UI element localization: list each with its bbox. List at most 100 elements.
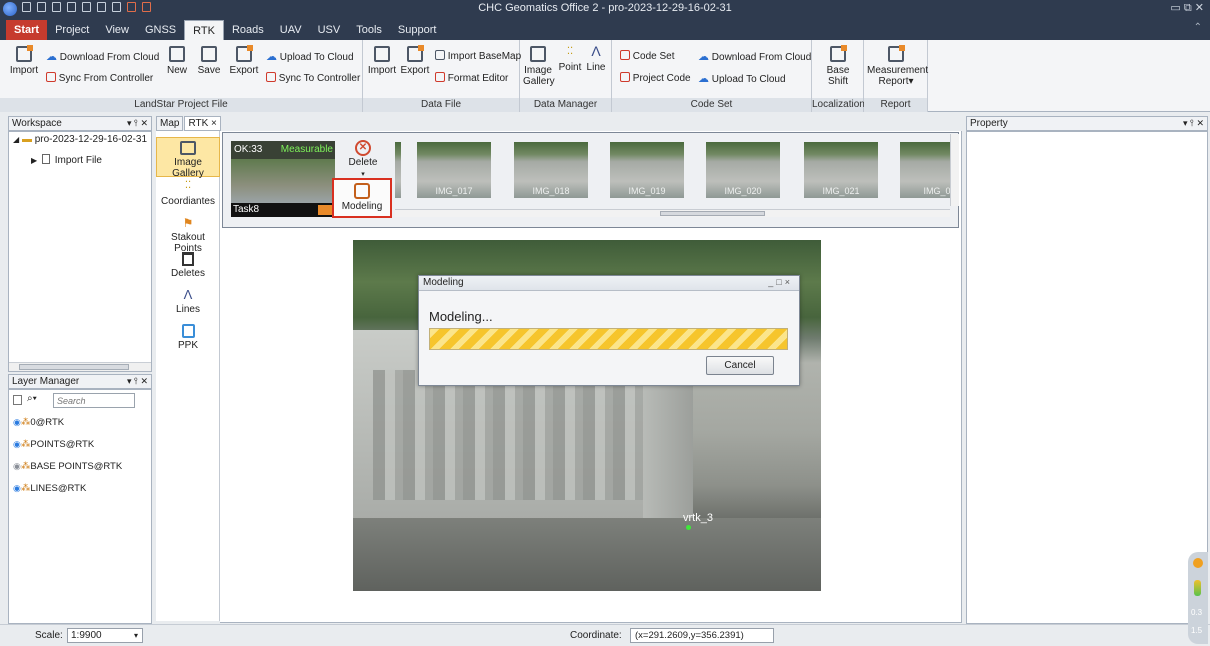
- thumbnail[interactable]: IMG_017: [417, 142, 491, 198]
- thumbnail[interactable]: [395, 142, 401, 198]
- cancel-button[interactable]: Cancel: [706, 356, 774, 375]
- tool-deletes[interactable]: Deletes: [156, 249, 220, 285]
- image-gallery-icon: [530, 46, 546, 62]
- code-set-button[interactable]: Code Set: [620, 50, 674, 62]
- modeling-progress-bar: [429, 328, 788, 350]
- line-icon: Ʌ: [591, 43, 601, 59]
- landstar-import-button[interactable]: Import: [8, 45, 40, 76]
- thumbnail-vscrollbar[interactable]: [950, 134, 959, 206]
- code-set-icon: [620, 50, 630, 60]
- menu-tools[interactable]: Tools: [348, 20, 390, 40]
- menu-rtk[interactable]: RTK: [184, 20, 224, 40]
- tree-project[interactable]: ◢ ▬ pro-2023-12-29-16-02-31: [13, 134, 147, 145]
- thumbnail[interactable]: IMG_019: [610, 142, 684, 198]
- datafile-import-button[interactable]: Import: [367, 46, 397, 76]
- save-icon: [201, 46, 217, 62]
- landstar-export-button[interactable]: Export: [228, 45, 260, 76]
- ok-count: OK:33: [234, 144, 263, 155]
- property-controls[interactable]: ▾ ⫯ ✕: [1183, 117, 1204, 130]
- thumbnail[interactable]: IMG_018: [514, 142, 588, 198]
- format-editor-icon: [435, 72, 445, 82]
- eye-icon[interactable]: ◉: [13, 417, 21, 427]
- thumbnail[interactable]: IMG_020: [706, 142, 780, 198]
- current-image-preview[interactable]: OK:33 Measurable Task8: [231, 141, 335, 217]
- import-basemap-button[interactable]: Import BaseMap: [435, 50, 521, 62]
- landstar-download-cloud-button[interactable]: ☁ Download From Cloud: [46, 50, 159, 63]
- report-group: Measurement Report▾ Report: [864, 40, 928, 112]
- save-button[interactable]: Save: [195, 46, 223, 76]
- measurement-report-button[interactable]: Measurement Report▾: [866, 45, 928, 87]
- delete-button[interactable]: ✕ Delete ▾: [336, 138, 390, 178]
- datafile-export-button[interactable]: Export: [399, 45, 431, 76]
- format-editor-button[interactable]: Format Editor: [435, 72, 508, 84]
- layer-item[interactable]: ◉⁂POINTS@RTK: [13, 439, 94, 450]
- measurable-label: Measurable: [280, 144, 333, 155]
- line-button[interactable]: Ʌ Line: [584, 43, 608, 73]
- layer-item[interactable]: ◉⁂0@RTK: [13, 417, 64, 428]
- report-icon: [888, 45, 905, 62]
- dialog-window-controls[interactable]: _□×: [768, 277, 793, 287]
- project-code-icon: [620, 72, 630, 82]
- point-marker[interactable]: [686, 525, 691, 530]
- thumbnail-hscrollbar[interactable]: [395, 209, 950, 217]
- menu-support[interactable]: Support: [390, 20, 445, 40]
- dialog-message: Modeling...: [429, 309, 493, 324]
- layer-item[interactable]: ◉⁂LINES@RTK: [13, 483, 86, 494]
- tab-rtk[interactable]: RTK ×: [184, 116, 221, 131]
- scroll-thumb[interactable]: [660, 211, 765, 216]
- tool-lines[interactable]: Ʌ Lines: [156, 285, 220, 321]
- task-dropdown-icon[interactable]: [318, 205, 332, 215]
- sync-icon: [46, 72, 56, 82]
- layer-new-icon[interactable]: [13, 395, 22, 405]
- eye-icon[interactable]: ◉: [13, 461, 21, 471]
- menu-start[interactable]: Start: [6, 20, 48, 40]
- point-label: vrtk_3: [683, 512, 713, 524]
- folder-icon: ▬: [21, 134, 32, 145]
- upload-cloud-button[interactable]: ☁ Upload To Cloud: [266, 50, 354, 63]
- scale-select[interactable]: 1:9900 ▾: [67, 628, 143, 643]
- group-label: Code Set: [612, 98, 811, 112]
- thumbnail[interactable]: IMG_021: [804, 142, 878, 198]
- group-label: Data Manager: [520, 98, 611, 112]
- layer-manager-controls[interactable]: ▾ ⫯ ✕: [127, 375, 148, 388]
- image-gallery-button[interactable]: Image Gallery: [522, 46, 555, 87]
- modeling-button[interactable]: Modeling: [332, 178, 392, 218]
- thumbnail[interactable]: IMG_0: [900, 142, 955, 198]
- ribbon-collapse-icon[interactable]: ⌃: [1194, 22, 1202, 33]
- tool-stakeout-points[interactable]: ⚑ Stakout Points: [156, 213, 220, 254]
- menu-uav[interactable]: UAV: [272, 20, 310, 40]
- floating-status-widget[interactable]: 0.3 1.5: [1188, 552, 1208, 644]
- menu-roads[interactable]: Roads: [224, 20, 272, 40]
- menu-gnss[interactable]: GNSS: [137, 20, 184, 40]
- base-shift-button[interactable]: Base Shift: [820, 45, 856, 87]
- codeset-upload-cloud-button[interactable]: ☁ Upload To Cloud: [698, 72, 786, 85]
- export-icon: [407, 45, 424, 62]
- new-button[interactable]: New: [164, 46, 190, 76]
- layer-search-input[interactable]: [53, 393, 135, 408]
- data-manager-group: Image Gallery ⁚⁚ Point Ʌ Line Data Manag…: [520, 40, 612, 112]
- sync-to-controller-button[interactable]: Sync To Controller: [266, 72, 360, 84]
- codeset-download-cloud-button[interactable]: ☁ Download From Cloud: [698, 50, 811, 63]
- layer-item[interactable]: ◉⁂BASE POINTS@RTK: [13, 461, 122, 472]
- workspace-hscrollbar[interactable]: [9, 362, 151, 371]
- workspace-controls[interactable]: ▾ ⫯ ✕: [127, 117, 148, 130]
- menu-project[interactable]: Project: [47, 20, 97, 40]
- tab-map[interactable]: Map: [156, 116, 184, 131]
- notification-icon: [1193, 558, 1203, 568]
- menu-view[interactable]: View: [97, 20, 137, 40]
- project-code-button[interactable]: Project Code: [620, 72, 691, 84]
- layer-search-icon[interactable]: ⌕▾: [27, 393, 37, 404]
- eye-icon[interactable]: ◉: [13, 483, 21, 493]
- tool-coordinates[interactable]: ⁚⁚ Coordiantes: [156, 177, 220, 213]
- tool-image-gallery[interactable]: Image Gallery: [156, 137, 220, 179]
- flag-icon: ⚑: [182, 216, 194, 230]
- tree-import-file[interactable]: ▶ Import File: [31, 154, 102, 166]
- tool-ppk[interactable]: PPK: [156, 321, 220, 357]
- menu-usv[interactable]: USV: [310, 20, 349, 40]
- eye-icon[interactable]: ◉: [13, 439, 21, 449]
- workspace-panel: ◢ ▬ pro-2023-12-29-16-02-31 ▶ Import Fil…: [8, 131, 152, 372]
- window-controls[interactable]: ▭ ⧉ ✕: [1170, 1, 1204, 15]
- sync-from-controller-button[interactable]: Sync From Controller: [46, 72, 153, 84]
- workspace-header: Workspace ▾ ⫯ ✕: [8, 116, 152, 131]
- point-button[interactable]: ⁚⁚ Point: [558, 46, 582, 73]
